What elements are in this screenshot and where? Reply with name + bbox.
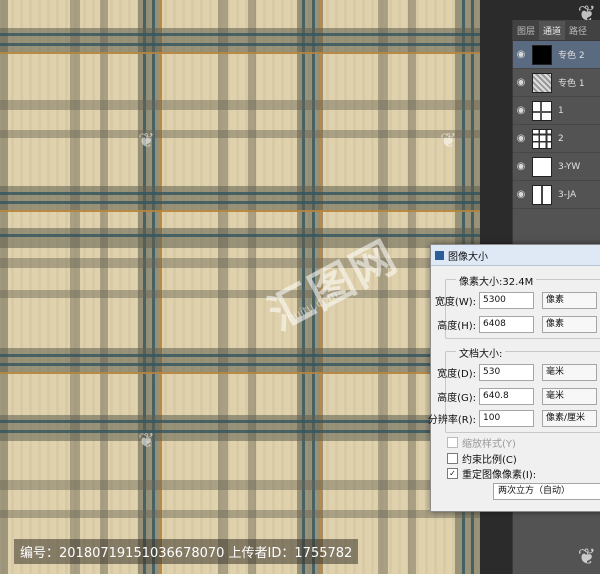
channel-name: 3-JA xyxy=(558,189,577,200)
resolution-row: 分辨率(R): 100 像素/厘米 xyxy=(416,410,597,427)
tab-paths[interactable]: 路径 xyxy=(565,21,591,40)
resolution-unit-select[interactable]: 像素/厘米 xyxy=(542,410,597,427)
plaid-stripe xyxy=(0,430,480,433)
plaid-stripe xyxy=(0,258,480,268)
plaid-stripe xyxy=(0,52,480,54)
pixel-width-row: 宽度(W): 5300 像素 xyxy=(416,292,597,309)
channel-thumbnail xyxy=(532,184,552,205)
channel-row-3-ja[interactable]: ◉ 3-JA xyxy=(513,181,600,209)
resolution-label: 分辨率(R): xyxy=(427,415,476,426)
plaid-stripe xyxy=(0,186,480,212)
photoshop-icon xyxy=(435,250,444,260)
watermark-leaf-icon: ❦ xyxy=(138,428,155,452)
constrain-label: 约束比例(C) xyxy=(462,455,517,466)
eye-icon[interactable]: ◉ xyxy=(513,77,529,88)
plaid-stripe xyxy=(0,228,480,248)
checkbox-box xyxy=(447,437,458,448)
eye-icon[interactable]: ◉ xyxy=(513,105,529,116)
pixel-dimensions-legend: 像素大小:32.4M xyxy=(456,273,537,288)
watermark-footer: 编号：20180719151036678070 上传者ID：1755782 xyxy=(14,539,359,564)
eye-icon[interactable]: ◉ xyxy=(513,49,529,60)
plaid-stripe xyxy=(0,290,480,298)
channel-row-2[interactable]: ◉ 2 xyxy=(513,125,600,153)
plaid-stripe xyxy=(0,192,480,195)
channel-name: 1 xyxy=(558,105,564,116)
doc-height-label: 高度(G): xyxy=(437,393,476,404)
watermark-leaf-icon: ❦ xyxy=(440,128,457,152)
channel-name: 专色 1 xyxy=(558,79,585,89)
plaid-stripe xyxy=(0,33,480,36)
watermark-corner-icon: ❦ xyxy=(577,545,596,570)
channel-row-spot-2[interactable]: ◉ 专色 2 xyxy=(513,41,600,69)
plaid-stripe xyxy=(0,348,480,374)
doc-height-row: 高度(G): 640.8 毫米 xyxy=(416,388,597,405)
channel-row-spot-1[interactable]: ◉ 专色 1 xyxy=(513,69,600,97)
image-size-dialog: 图像大小 像素大小:32.4M 宽度(W): 5300 像素 高度(H): 64… xyxy=(428,244,600,512)
dialog-titlebar[interactable]: 图像大小 xyxy=(431,245,600,266)
channel-name: 3-YW xyxy=(558,161,581,172)
scale-styles-label: 缩放样式(Y) xyxy=(462,439,516,450)
eye-icon[interactable]: ◉ xyxy=(513,133,529,144)
image-canvas[interactable]: ❦ ❦ ❦ ❦ 汇图网 huitu.com 编号：201807191510366… xyxy=(0,0,480,574)
plaid-stripe xyxy=(0,201,480,204)
panel-tabs: 图层 通道 路径 xyxy=(513,20,600,41)
pixel-height-row: 高度(H): 6408 像素 xyxy=(416,316,597,333)
plaid-stripe xyxy=(0,415,480,441)
channel-thumbnail xyxy=(532,128,552,149)
plaid-stripe xyxy=(0,363,480,366)
document-size-legend: 文档大小: xyxy=(456,345,506,360)
plaid-stripe xyxy=(0,210,480,212)
resample-method-select[interactable]: 两次立方（自动） xyxy=(493,483,600,500)
doc-width-label: 宽度(D): xyxy=(437,369,476,380)
scale-styles-checkbox[interactable]: 缩放样式(Y) xyxy=(447,435,516,450)
pixel-dimensions-group: 像素大小:32.4M 宽度(W): 5300 像素 高度(H): 6408 像素 xyxy=(435,273,600,339)
channel-thumbnail xyxy=(532,156,552,177)
channel-thumbnail xyxy=(532,44,552,65)
doc-width-row: 宽度(D): 530 毫米 xyxy=(416,364,597,381)
doc-height-input[interactable]: 640.8 xyxy=(479,388,534,405)
dialog-title: 图像大小 xyxy=(448,251,488,263)
check-mark-icon: ✓ xyxy=(447,468,458,479)
resample-label: 重定图像像素(I): xyxy=(462,470,537,481)
pixel-height-unit-select[interactable]: 像素 xyxy=(542,316,597,333)
plaid-stripe xyxy=(0,480,480,490)
pixel-height-label: 高度(H): xyxy=(437,321,476,332)
plaid-stripe xyxy=(0,510,480,518)
plaid-stripe xyxy=(0,130,480,138)
plaid-stripe xyxy=(0,420,480,423)
eye-icon[interactable]: ◉ xyxy=(513,161,529,172)
tab-channels[interactable]: 通道 xyxy=(539,21,566,40)
plaid-stripe xyxy=(0,28,480,54)
pixel-width-unit-select[interactable]: 像素 xyxy=(542,292,597,309)
doc-height-unit-select[interactable]: 毫米 xyxy=(542,388,597,405)
plaid-stripe xyxy=(0,234,480,237)
plaid-stripe xyxy=(0,43,480,46)
constrain-proportions-checkbox[interactable]: 约束比例(C) xyxy=(447,451,517,466)
plaid-stripe xyxy=(0,100,480,110)
watermark-leaf-icon: ❦ xyxy=(138,128,155,152)
plaid-stripe xyxy=(0,354,480,357)
channel-thumbnail xyxy=(532,72,552,93)
channel-row-1[interactable]: ◉ 1 xyxy=(513,97,600,125)
channel-name: 专色 2 xyxy=(558,51,585,61)
eye-icon[interactable]: ◉ xyxy=(513,189,529,200)
resolution-input[interactable]: 100 xyxy=(479,410,534,427)
checkbox-box xyxy=(447,453,458,464)
channel-name: 2 xyxy=(558,133,564,144)
resample-checkbox[interactable]: ✓ 重定图像像素(I): xyxy=(447,466,536,481)
tab-layers[interactable]: 图层 xyxy=(513,21,539,40)
doc-width-unit-select[interactable]: 毫米 xyxy=(542,364,597,381)
pixel-width-label: 宽度(W): xyxy=(434,297,476,308)
plaid-stripe xyxy=(0,372,480,374)
channel-thumbnail xyxy=(532,100,552,121)
pixel-height-input[interactable]: 6408 xyxy=(479,316,534,333)
document-size-group: 文档大小: 宽度(D): 530 毫米 高度(G): 640.8 毫米 分辨率(… xyxy=(428,345,600,433)
doc-width-input[interactable]: 530 xyxy=(479,364,534,381)
pixel-width-input[interactable]: 5300 xyxy=(479,292,534,309)
channel-row-3-yw[interactable]: ◉ 3-YW xyxy=(513,153,600,181)
